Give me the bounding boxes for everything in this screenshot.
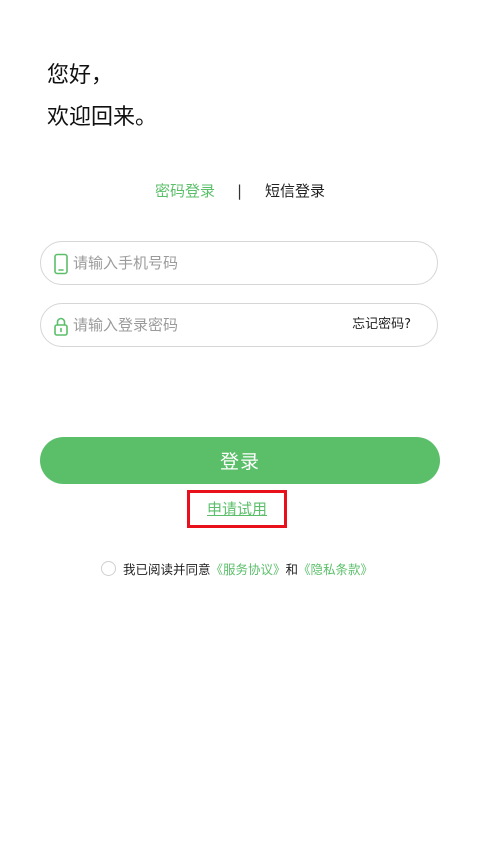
greeting: 您好， 欢迎回来。 bbox=[47, 62, 157, 132]
service-agreement-link[interactable]: 《服务协议》 bbox=[211, 559, 286, 578]
password-field: 忘记密码? bbox=[40, 303, 438, 347]
phone-icon bbox=[53, 253, 69, 275]
agreement-conjunction: 和 bbox=[285, 561, 299, 577]
tab-password-login[interactable]: 密码登录 bbox=[155, 178, 215, 204]
forgot-password-link[interactable]: 忘记密码? bbox=[352, 304, 411, 346]
greeting-welcome-back: 欢迎回来。 bbox=[47, 105, 158, 130]
apply-trial-link[interactable]: 申请试用 bbox=[190, 493, 284, 525]
greeting-hello: 您好， bbox=[47, 63, 114, 88]
login-method-tabs: 密码登录 | 短信登录 bbox=[0, 178, 480, 204]
login-button[interactable]: 登录 bbox=[40, 437, 440, 484]
tab-divider: | bbox=[237, 182, 243, 200]
trial-highlight-box: 申请试用 bbox=[187, 490, 287, 528]
agreement-text: 我已阅读并同意 bbox=[123, 561, 211, 577]
phone-field bbox=[40, 241, 438, 285]
phone-input[interactable] bbox=[73, 242, 423, 284]
password-input[interactable] bbox=[73, 304, 333, 346]
privacy-policy-link[interactable]: 《隐私条款》 bbox=[298, 559, 373, 578]
login-page: 您好， 欢迎回来。 密码登录 | 短信登录 忘记密码? 登录 申请试用 bbox=[0, 0, 480, 853]
lock-icon bbox=[53, 315, 69, 337]
tab-sms-login[interactable]: 短信登录 bbox=[265, 178, 325, 204]
agreement-row: 我已阅读并同意 《服务协议》 和 《隐私条款》 bbox=[101, 558, 373, 578]
agreement-checkbox[interactable] bbox=[101, 560, 116, 576]
